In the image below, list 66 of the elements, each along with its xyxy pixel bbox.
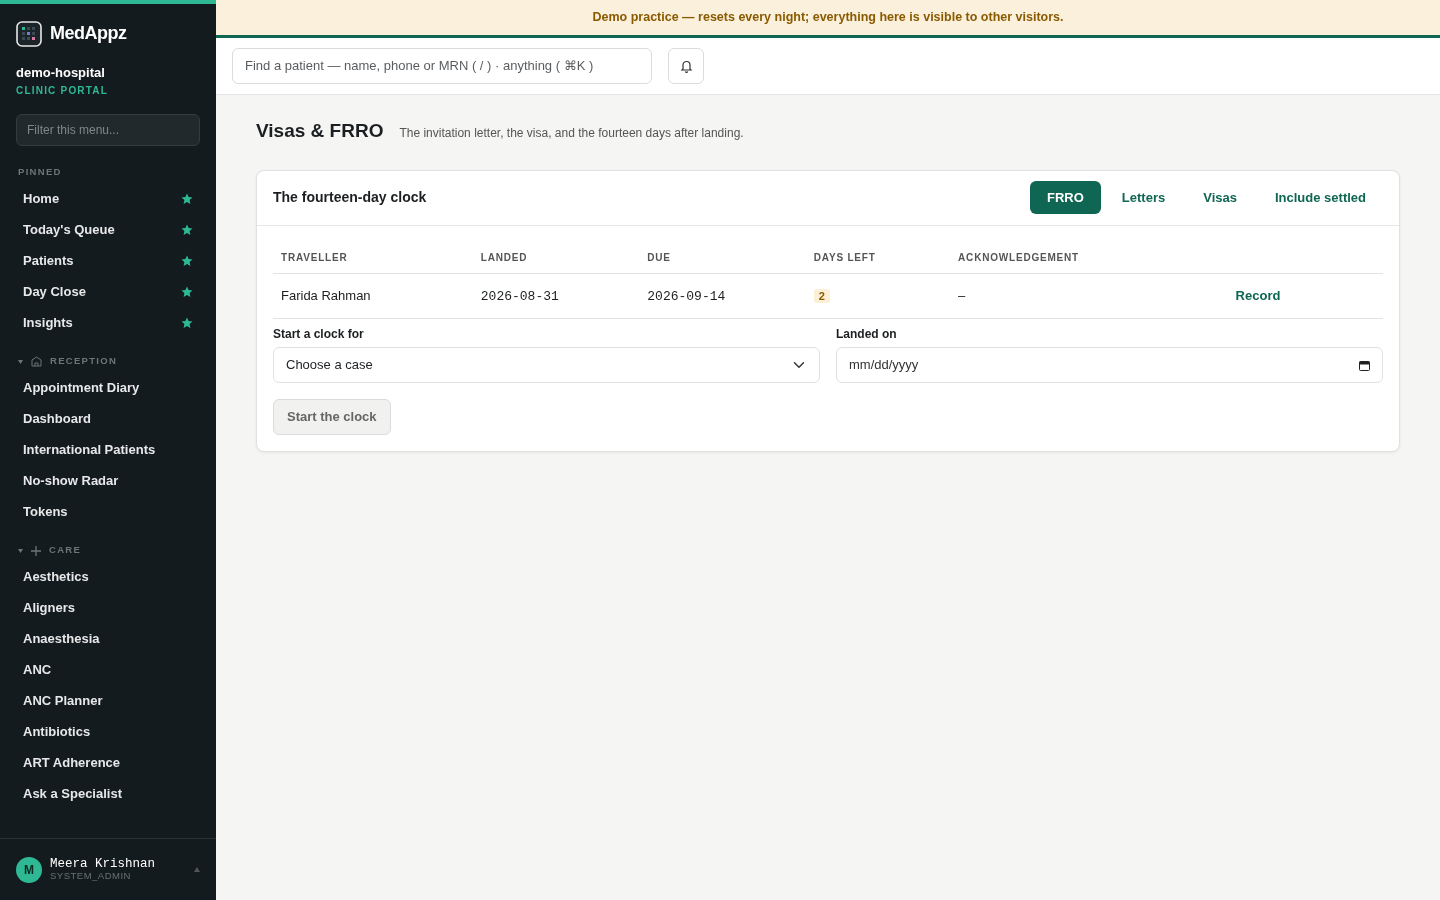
- menu-filter-field[interactable]: Filter this menu...: [16, 113, 200, 146]
- sidebar-item[interactable]: Insights: [10, 307, 206, 339]
- star-icon[interactable]: [181, 193, 193, 205]
- sidebar-item[interactable]: Patients: [10, 245, 206, 277]
- sidebar-item[interactable]: International Patients: [10, 434, 206, 466]
- filter-tab[interactable]: Letters: [1104, 180, 1183, 215]
- portal-label: CLINIC PORTAL: [16, 83, 110, 98]
- record-link[interactable]: Record: [1235, 288, 1281, 303]
- landed-date: 2026-08-31: [480, 288, 559, 304]
- column-header: DUE: [639, 241, 806, 273]
- field-label: Start a clock for: [273, 326, 365, 343]
- calendar-icon[interactable]: [1359, 359, 1370, 371]
- acknowledgement-text: –: [958, 288, 966, 303]
- sidebar-item[interactable]: Day Close: [10, 276, 206, 308]
- filter-tab[interactable]: FRRO: [1030, 180, 1101, 215]
- caret-icon[interactable]: [18, 548, 23, 553]
- start-clock-button[interactable]: Start the clock: [273, 399, 391, 435]
- sidebar-item[interactable]: Aligners: [10, 592, 206, 624]
- sidebar-item[interactable]: Anaesthesia: [10, 623, 206, 655]
- card-title: The fourteen-day clock: [273, 188, 427, 207]
- sidebar-item[interactable]: Dashboard: [10, 403, 206, 435]
- due-date: 2026-09-14: [647, 288, 726, 304]
- patient-search-field[interactable]: Find a patient — name, phone or MRN ( / ) · anything ( ⌘K ): [232, 48, 652, 84]
- caret-icon[interactable]: [18, 359, 23, 364]
- section-heading: RECEPTION: [50, 354, 118, 369]
- page-subtitle: The invitation letter, the visa, and the fourteen days after landing.: [399, 125, 744, 142]
- star-icon[interactable]: [181, 317, 193, 329]
- sidebar-item[interactable]: ANC: [10, 654, 206, 686]
- column-header: ACKNOWLEDGEMENT: [950, 241, 1228, 273]
- sidebar-item[interactable]: ART Adherence: [10, 747, 206, 779]
- sidebar-item[interactable]: Today's Queue: [10, 214, 206, 246]
- filter-tab[interactable]: Visas: [1186, 180, 1254, 215]
- column-header: DAYS LEFT: [805, 241, 951, 273]
- section-heading: CARE: [49, 543, 82, 558]
- page-title: Visas & FRRO: [256, 119, 384, 143]
- plus-icon: [31, 545, 41, 556]
- sidebar-item[interactable]: ANC Planner: [10, 685, 206, 717]
- column-header: LANDED: [472, 241, 640, 273]
- user-avatar: M: [16, 856, 42, 883]
- sidebar-item[interactable]: No-show Radar: [10, 465, 206, 497]
- column-header: TRAVELLER: [273, 241, 473, 273]
- notifications-button[interactable]: [668, 48, 704, 84]
- section-heading: PINNED: [18, 165, 62, 180]
- demo-banner-text: Demo practice — resets every night; everything here is visible to other visitors.: [592, 9, 1064, 27]
- user-name: Meera Krishnan: [50, 856, 157, 872]
- star-icon[interactable]: [181, 224, 193, 236]
- sidebar-item[interactable]: Tokens: [10, 496, 206, 528]
- sidebar-item[interactable]: Aesthetics: [10, 561, 206, 593]
- app-name: MedAppz: [50, 22, 127, 45]
- bell-icon: [679, 59, 693, 73]
- case-select[interactable]: Choose a case: [273, 347, 820, 383]
- user-role: SYSTEM_ADMIN: [50, 871, 132, 883]
- grid-logo-icon: [16, 20, 42, 47]
- building-icon: [31, 356, 42, 367]
- sidebar-item[interactable]: Appointment Diary: [10, 372, 206, 404]
- star-icon[interactable]: [181, 255, 193, 267]
- sidebar-item[interactable]: Ask a Specialist: [10, 778, 206, 810]
- sidebar-item[interactable]: Antibiotics: [10, 716, 206, 748]
- date-field[interactable]: mm/dd/yyyy: [836, 347, 1383, 383]
- field-label: Landed on: [836, 326, 898, 343]
- star-icon[interactable]: [181, 286, 193, 298]
- sidebar-item[interactable]: Home: [10, 183, 206, 215]
- days-left-badge: 2: [813, 289, 830, 303]
- organization-name: demo-hospital: [16, 64, 106, 82]
- traveller-name: Farida Rahman: [281, 288, 371, 303]
- filter-tab[interactable]: Include settled: [1257, 180, 1383, 215]
